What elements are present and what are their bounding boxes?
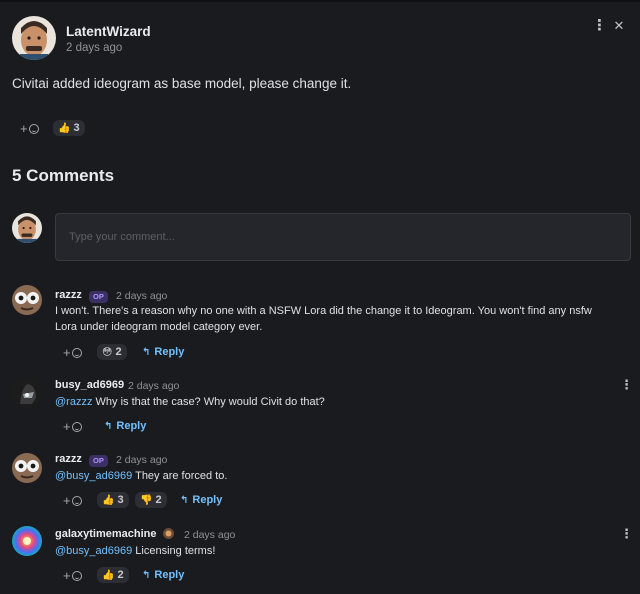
- smile-icon: [28, 123, 39, 134]
- reply-button[interactable]: ↰ Reply: [142, 569, 184, 581]
- reply-arrow-icon: ↰: [142, 569, 151, 581]
- comment-text: @razzz Why is that the case? Why would C…: [55, 394, 325, 410]
- user-mention-link[interactable]: @razzz: [55, 396, 92, 408]
- user-mention-link[interactable]: @busy_ad6969: [55, 545, 132, 557]
- reaction-count: 3: [73, 122, 80, 134]
- comment-timestamp: 2 days ago: [116, 454, 168, 466]
- comment-avatar[interactable]: [12, 285, 42, 315]
- reply-button[interactable]: ↰ Reply: [142, 346, 184, 358]
- op-badge: OP: [89, 291, 108, 303]
- comment-input-placeholder: Type your comment...: [69, 231, 175, 243]
- comment-text: @busy_ad6969 They are forced to.: [55, 468, 227, 484]
- reply-label: Reply: [192, 494, 223, 506]
- reaction-thumbs-up[interactable]: 👍 2: [97, 567, 129, 583]
- add-reaction-button[interactable]: +: [63, 419, 82, 434]
- add-reaction-button[interactable]: +: [63, 493, 82, 508]
- top-border: [0, 0, 640, 2]
- comment-author-name[interactable]: razzz: [55, 289, 82, 301]
- reply-button[interactable]: ↰ Reply: [180, 494, 222, 506]
- comment-author-name[interactable]: galaxytimemachine: [55, 528, 157, 540]
- post-reaction-thumbs-up[interactable]: 👍 3: [53, 120, 85, 136]
- comment-avatar[interactable]: [12, 378, 42, 408]
- comments-count-heading: 5 Comments: [12, 166, 115, 185]
- plus-icon: +: [63, 493, 71, 508]
- thumbs-up-icon: 👍: [102, 494, 115, 506]
- comment-author-name[interactable]: busy_ad6969: [55, 379, 124, 391]
- comment-timestamp: 2 days ago: [184, 529, 236, 541]
- reaction-thumbs-down[interactable]: 👎 2: [135, 492, 167, 508]
- reaction-count: 2: [115, 346, 122, 358]
- comment-text-line: Lora under ideogram model category ever.: [55, 321, 263, 333]
- post-author-avatar[interactable]: [12, 16, 56, 60]
- post-author-name[interactable]: LatentWizard: [66, 24, 151, 39]
- smile-icon: [71, 347, 82, 358]
- current-user-avatar: [12, 213, 42, 243]
- comment-text: I won't. There's a reason why no one wit…: [55, 303, 592, 335]
- reply-arrow-icon: ↰: [180, 494, 189, 506]
- post-timestamp: 2 days ago: [66, 42, 123, 54]
- reaction-count: 2: [117, 569, 124, 581]
- comment-avatar[interactable]: [12, 453, 42, 483]
- reply-arrow-icon: ↰: [142, 346, 151, 358]
- comment-more-menu-icon[interactable]: ⋮: [620, 378, 633, 391]
- comment-text-body: Why is that the case? Why would Civit do…: [95, 396, 325, 408]
- close-icon[interactable]: ✕: [612, 19, 626, 32]
- add-reaction-button[interactable]: +: [63, 345, 82, 360]
- reaction-count: 2: [155, 494, 162, 506]
- thumbs-up-icon: 👍: [102, 569, 115, 581]
- comment-timestamp: 2 days ago: [128, 380, 180, 392]
- thumbs-up-icon: 👍: [58, 122, 71, 134]
- smile-icon: [71, 570, 82, 581]
- reply-label: Reply: [154, 346, 185, 358]
- user-mention-link[interactable]: @busy_ad6969: [55, 470, 132, 482]
- comment-author-name[interactable]: razzz: [55, 453, 82, 465]
- reply-button[interactable]: ↰ Reply: [104, 420, 146, 432]
- thumbs-down-icon: 👎: [140, 494, 153, 506]
- reply-arrow-icon: ↰: [104, 420, 113, 432]
- comment-text-body: Licensing terms!: [135, 545, 216, 557]
- plus-icon: +: [63, 419, 71, 434]
- post-body-text: Civitai added ideogram as base model, pl…: [12, 76, 352, 91]
- user-badge-icon: [162, 527, 175, 540]
- add-reaction-button[interactable]: +: [63, 568, 82, 583]
- comment-text-line: I won't. There's a reason why no one wit…: [55, 305, 592, 317]
- comment-timestamp: 2 days ago: [116, 290, 168, 302]
- reply-label: Reply: [116, 420, 147, 432]
- flushed-face-icon: 😳: [102, 346, 113, 358]
- smile-icon: [71, 421, 82, 432]
- reply-label: Reply: [154, 569, 185, 581]
- comment-text-body: They are forced to.: [135, 470, 228, 482]
- comment-more-menu-icon[interactable]: ⋮: [620, 527, 633, 540]
- comment-input[interactable]: Type your comment...: [55, 213, 631, 261]
- op-badge: OP: [89, 455, 108, 467]
- comment-text: @busy_ad6969 Licensing terms!: [55, 543, 215, 559]
- reaction-count: 3: [117, 494, 124, 506]
- plus-icon: +: [63, 345, 71, 360]
- comment-avatar[interactable]: [12, 526, 42, 556]
- post-more-menu-icon[interactable]: ⋮: [592, 18, 607, 33]
- smile-icon: [71, 495, 82, 506]
- plus-icon: +: [20, 121, 28, 136]
- plus-icon: +: [63, 568, 71, 583]
- reaction-thumbs-up[interactable]: 👍 3: [97, 492, 129, 508]
- reaction-flushed[interactable]: 😳 2: [97, 344, 127, 360]
- post-add-reaction-button[interactable]: +: [20, 121, 39, 136]
